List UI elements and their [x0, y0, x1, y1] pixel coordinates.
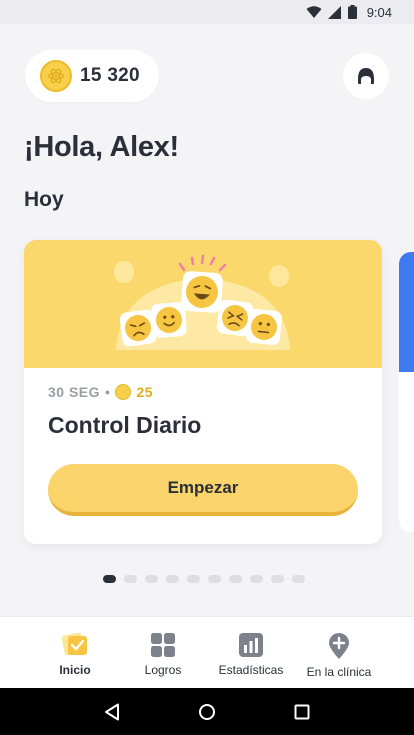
pagination-dot[interactable]	[208, 575, 221, 583]
home-icon[interactable]	[198, 703, 216, 721]
status-bar: 9:04	[0, 0, 414, 24]
card-illustration	[24, 240, 382, 368]
meta-separator: •	[105, 384, 111, 400]
battery-icon	[347, 5, 357, 19]
pagination-dot[interactable]	[292, 575, 305, 583]
start-button[interactable]: Empezar	[48, 464, 358, 516]
next-card-peek[interactable]	[399, 252, 414, 532]
pagination-dot[interactable]	[145, 575, 158, 583]
daily-check-card[interactable]: 30 SEG • 25 Control Diario Empezar	[24, 240, 382, 544]
nav-item-estadisticas[interactable]: Estadísticas	[207, 617, 295, 689]
bottom-nav: Inicio Logros Estadísticas En la clínica	[0, 616, 414, 688]
pagination-dot[interactable]	[103, 575, 116, 583]
back-icon[interactable]	[104, 703, 120, 721]
signal-icon	[327, 5, 341, 19]
recents-icon[interactable]	[294, 704, 310, 720]
card-duration: 30 SEG	[48, 384, 101, 400]
wifi-icon	[306, 5, 322, 18]
profile-button[interactable]	[343, 53, 389, 99]
greeting-title: ¡Hola, Alex!	[24, 131, 179, 163]
pagination-dot[interactable]	[187, 575, 200, 583]
location-plus-icon	[329, 633, 349, 659]
nav-item-inicio[interactable]: Inicio	[31, 617, 119, 689]
bar-chart-icon	[239, 633, 263, 657]
avatar-icon	[358, 68, 374, 84]
pagination-dot[interactable]	[166, 575, 179, 583]
grid-icon	[151, 633, 175, 657]
card-reward: 25	[136, 384, 154, 400]
system-nav-bar	[0, 688, 414, 735]
mood-faces-illustration	[114, 254, 290, 350]
pagination-dot[interactable]	[124, 575, 137, 583]
card-title: Control Diario	[48, 412, 202, 438]
nav-label-inicio: Inicio	[59, 663, 91, 677]
nav-label-estadisticas: Estadísticas	[218, 663, 284, 677]
nav-label-logros: Logros	[144, 663, 182, 677]
coin-icon	[115, 384, 132, 400]
pagination-dot[interactable]	[271, 575, 284, 583]
coin-icon	[40, 60, 72, 92]
coin-balance[interactable]: 15 320	[25, 50, 159, 102]
coin-count: 15 320	[80, 65, 140, 86]
nav-label-clinica: En la clínica	[306, 665, 372, 679]
home-check-icon	[61, 632, 87, 656]
carousel-pagination	[103, 575, 305, 583]
pagination-dot[interactable]	[250, 575, 263, 583]
card-meta: 30 SEG • 25	[48, 384, 153, 400]
pagination-dot[interactable]	[229, 575, 242, 583]
nav-item-clinica[interactable]: En la clínica	[295, 617, 383, 689]
section-title-today: Hoy	[24, 188, 64, 211]
nav-item-logros[interactable]: Logros	[119, 617, 207, 689]
status-time: 9:04	[366, 4, 392, 20]
